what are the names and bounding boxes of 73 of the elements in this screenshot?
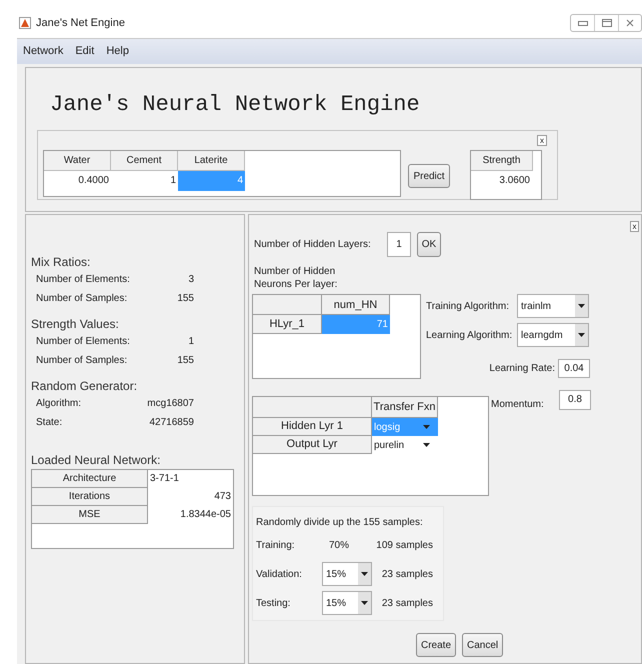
row-header: Hidden Lyr 1	[253, 418, 372, 436]
caret-icon	[578, 304, 585, 308]
row-header: MSE	[32, 506, 148, 524]
input-field[interactable]: 0.04	[558, 359, 590, 378]
field-label: State:	[36, 416, 64, 430]
column-header: Transfer Fxn	[372, 397, 438, 418]
caret-icon	[578, 333, 585, 337]
menu-item[interactable]: Network	[23, 43, 64, 60]
section-title: Strength Values:	[31, 316, 120, 333]
field-value: mcg16807	[146, 397, 194, 411]
dialog-button[interactable]: Create	[416, 633, 456, 657]
field-label: Training:	[256, 538, 296, 552]
sample-count: 109 samples	[375, 538, 434, 552]
predict-button[interactable]: Predict	[408, 164, 450, 188]
field-label: Algorithm:	[36, 397, 82, 411]
field-value: 3	[187, 273, 194, 287]
close-button[interactable]: x	[537, 135, 547, 146]
row-header: Output Lyr	[253, 436, 372, 454]
field-label: Number of Elements:	[36, 273, 131, 287]
caret-icon	[423, 443, 430, 447]
caret-icon	[423, 425, 430, 429]
field-value: 155	[176, 292, 194, 306]
table-cell-text: 3.0600	[498, 174, 531, 188]
column-header: Cement	[111, 151, 178, 171]
app-heading: Jane's Neural Network Engine	[49, 91, 421, 119]
field-label: Learning Algorithm:	[426, 328, 514, 342]
dropdown[interactable]: trainlm	[517, 294, 589, 318]
sample-count: 23 samples	[380, 596, 434, 610]
column-header: num_HN	[322, 295, 390, 315]
input-field[interactable]: 0.8	[559, 390, 591, 410]
dropdown[interactable]: learngdm	[517, 323, 589, 347]
column-header: Strength	[471, 151, 533, 171]
close-button[interactable]: x	[630, 221, 639, 232]
input-field[interactable]: 1	[387, 232, 411, 256]
sample-count: 23 samples	[380, 568, 434, 582]
field-value: 1	[187, 335, 194, 349]
field-value: 42716859	[148, 416, 194, 430]
ok-button[interactable]: OK	[417, 232, 441, 256]
caret-icon	[361, 572, 368, 576]
row-header: Iterations	[32, 488, 148, 506]
menu-item[interactable]: Edit	[75, 43, 94, 60]
column-header: Laterite	[178, 151, 245, 171]
dialog-button[interactable]: Cancel	[462, 633, 504, 657]
close-icon	[626, 19, 634, 27]
field-label: Number of Hidden Neurons Per layer:	[253, 265, 338, 291]
window-title: Jane's Net Engine	[36, 16, 125, 31]
table-cell-text: 1.8344e-05	[179, 508, 232, 522]
field-label: Number of Elements:	[36, 335, 131, 349]
column-header: Water	[44, 151, 111, 171]
field-label: Number of Samples:	[36, 292, 128, 306]
table-cell-text: 473	[213, 490, 232, 504]
field-value: 155	[176, 354, 194, 368]
field-label: Training Algorithm:	[426, 300, 510, 314]
minimize-icon	[578, 20, 588, 26]
section-title: Random Generator:	[31, 378, 138, 395]
dropdown[interactable]: 15%	[322, 562, 372, 586]
field-label: Validation:	[256, 568, 303, 582]
table-cell-text: 3-71-1	[149, 472, 180, 486]
caret-icon	[361, 601, 368, 605]
maximize-icon	[602, 19, 612, 27]
row-header: Architecture	[32, 470, 148, 488]
menu-item[interactable]: Help	[106, 43, 129, 60]
field-label: Number of Samples:	[36, 354, 128, 368]
section-title: Mix Ratios:	[31, 254, 92, 271]
row-header: HLyr_1	[253, 315, 322, 334]
field-label: Learning Rate:	[489, 362, 555, 376]
panel-title: Randomly divide up the 155 samples:	[256, 516, 424, 529]
field-value: 70%	[328, 538, 350, 552]
section-title: Loaded Neural Network:	[31, 452, 162, 469]
dropdown[interactable]: 15%	[322, 591, 372, 615]
field-label: Testing:	[256, 596, 292, 610]
field-label: Number of Hidden Layers:	[253, 238, 372, 252]
field-label: Momentum:	[491, 398, 545, 412]
